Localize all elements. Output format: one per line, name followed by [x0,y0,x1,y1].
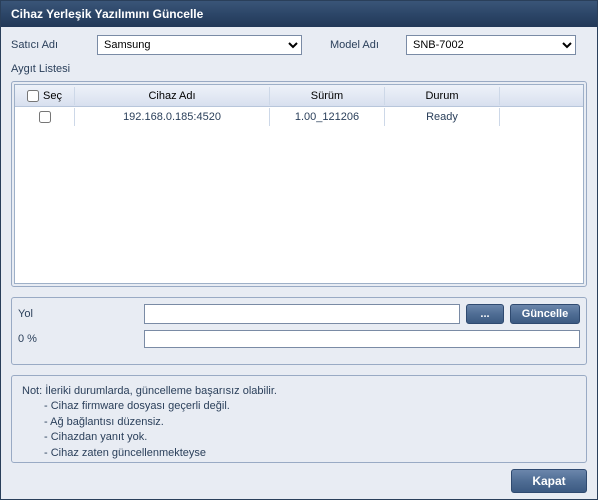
window-titlebar: Cihaz Yerleşik Yazılımını Güncelle [1,1,597,27]
device-list-title: Aygıt Listesi [11,63,587,75]
window-content: Satıcı Adı Samsung Model Adı SNB-7002 Ay… [1,27,597,501]
path-progress-group: Yol ... Güncelle 0 % [11,297,587,365]
note-line: - Cihaz zaten güncellenmekteyse [44,446,576,461]
note-line: - Ağ bağlantısı düzensiz. [44,415,576,430]
device-list-group: Seç Cihaz Adı Sürüm Durum 192.168.0.185:… [11,81,587,287]
header-spacer [500,93,583,99]
header-status[interactable]: Durum [385,87,500,105]
update-button[interactable]: Güncelle [510,304,580,324]
close-button[interactable]: Kapat [511,469,587,493]
header-version[interactable]: Sürüm [270,87,385,105]
path-row: Yol ... Güncelle [18,304,580,324]
progress-bar [144,330,580,348]
model-label: Model Adı [330,39,398,51]
row-version: 1.00_121206 [270,108,385,126]
device-table: Seç Cihaz Adı Sürüm Durum 192.168.0.185:… [14,84,584,284]
window-title: Cihaz Yerleşik Yazılımını Güncelle [11,7,203,21]
browse-button[interactable]: ... [466,304,504,324]
note-heading: İleriki durumlarda, güncelleme başarısız… [45,385,277,397]
note-line: - Cihaz firmware dosyası geçerli değil. [44,399,576,414]
filter-row: Satıcı Adı Samsung Model Adı SNB-7002 [11,35,587,55]
row-status: Ready [385,108,500,126]
note-box: Not: İleriki durumlarda, güncelleme başa… [11,375,587,463]
note-heading-line: Not: İleriki durumlarda, güncelleme başa… [22,384,576,399]
path-label: Yol [18,308,138,320]
note-lines: - Cihaz firmware dosyası geçerli değil. … [44,399,576,461]
select-all-checkbox[interactable] [27,90,39,102]
device-table-header: Seç Cihaz Adı Sürüm Durum [15,85,583,107]
footer: Kapat [11,463,587,493]
row-checkbox-cell [15,108,75,126]
path-input[interactable] [144,304,460,324]
row-spacer [500,114,583,120]
model-select[interactable]: SNB-7002 [406,35,576,55]
row-device-name: 192.168.0.185:4520 [75,108,270,126]
firmware-update-window: Cihaz Yerleşik Yazılımını Güncelle Satıc… [0,0,598,500]
header-name[interactable]: Cihaz Adı [75,87,270,105]
progress-row: 0 % [18,330,580,348]
note-line: - Cihazdan yanıt yok. [44,430,576,445]
header-select-label: Seç [43,90,62,102]
table-row[interactable]: 192.168.0.185:4520 1.00_121206 Ready [15,107,583,127]
vendor-label: Satıcı Adı [11,39,89,51]
note-prefix: Not: [22,385,42,397]
vendor-select[interactable]: Samsung [97,35,302,55]
header-select: Seç [15,87,75,105]
row-checkbox[interactable] [39,111,51,123]
progress-label: 0 % [18,333,138,345]
